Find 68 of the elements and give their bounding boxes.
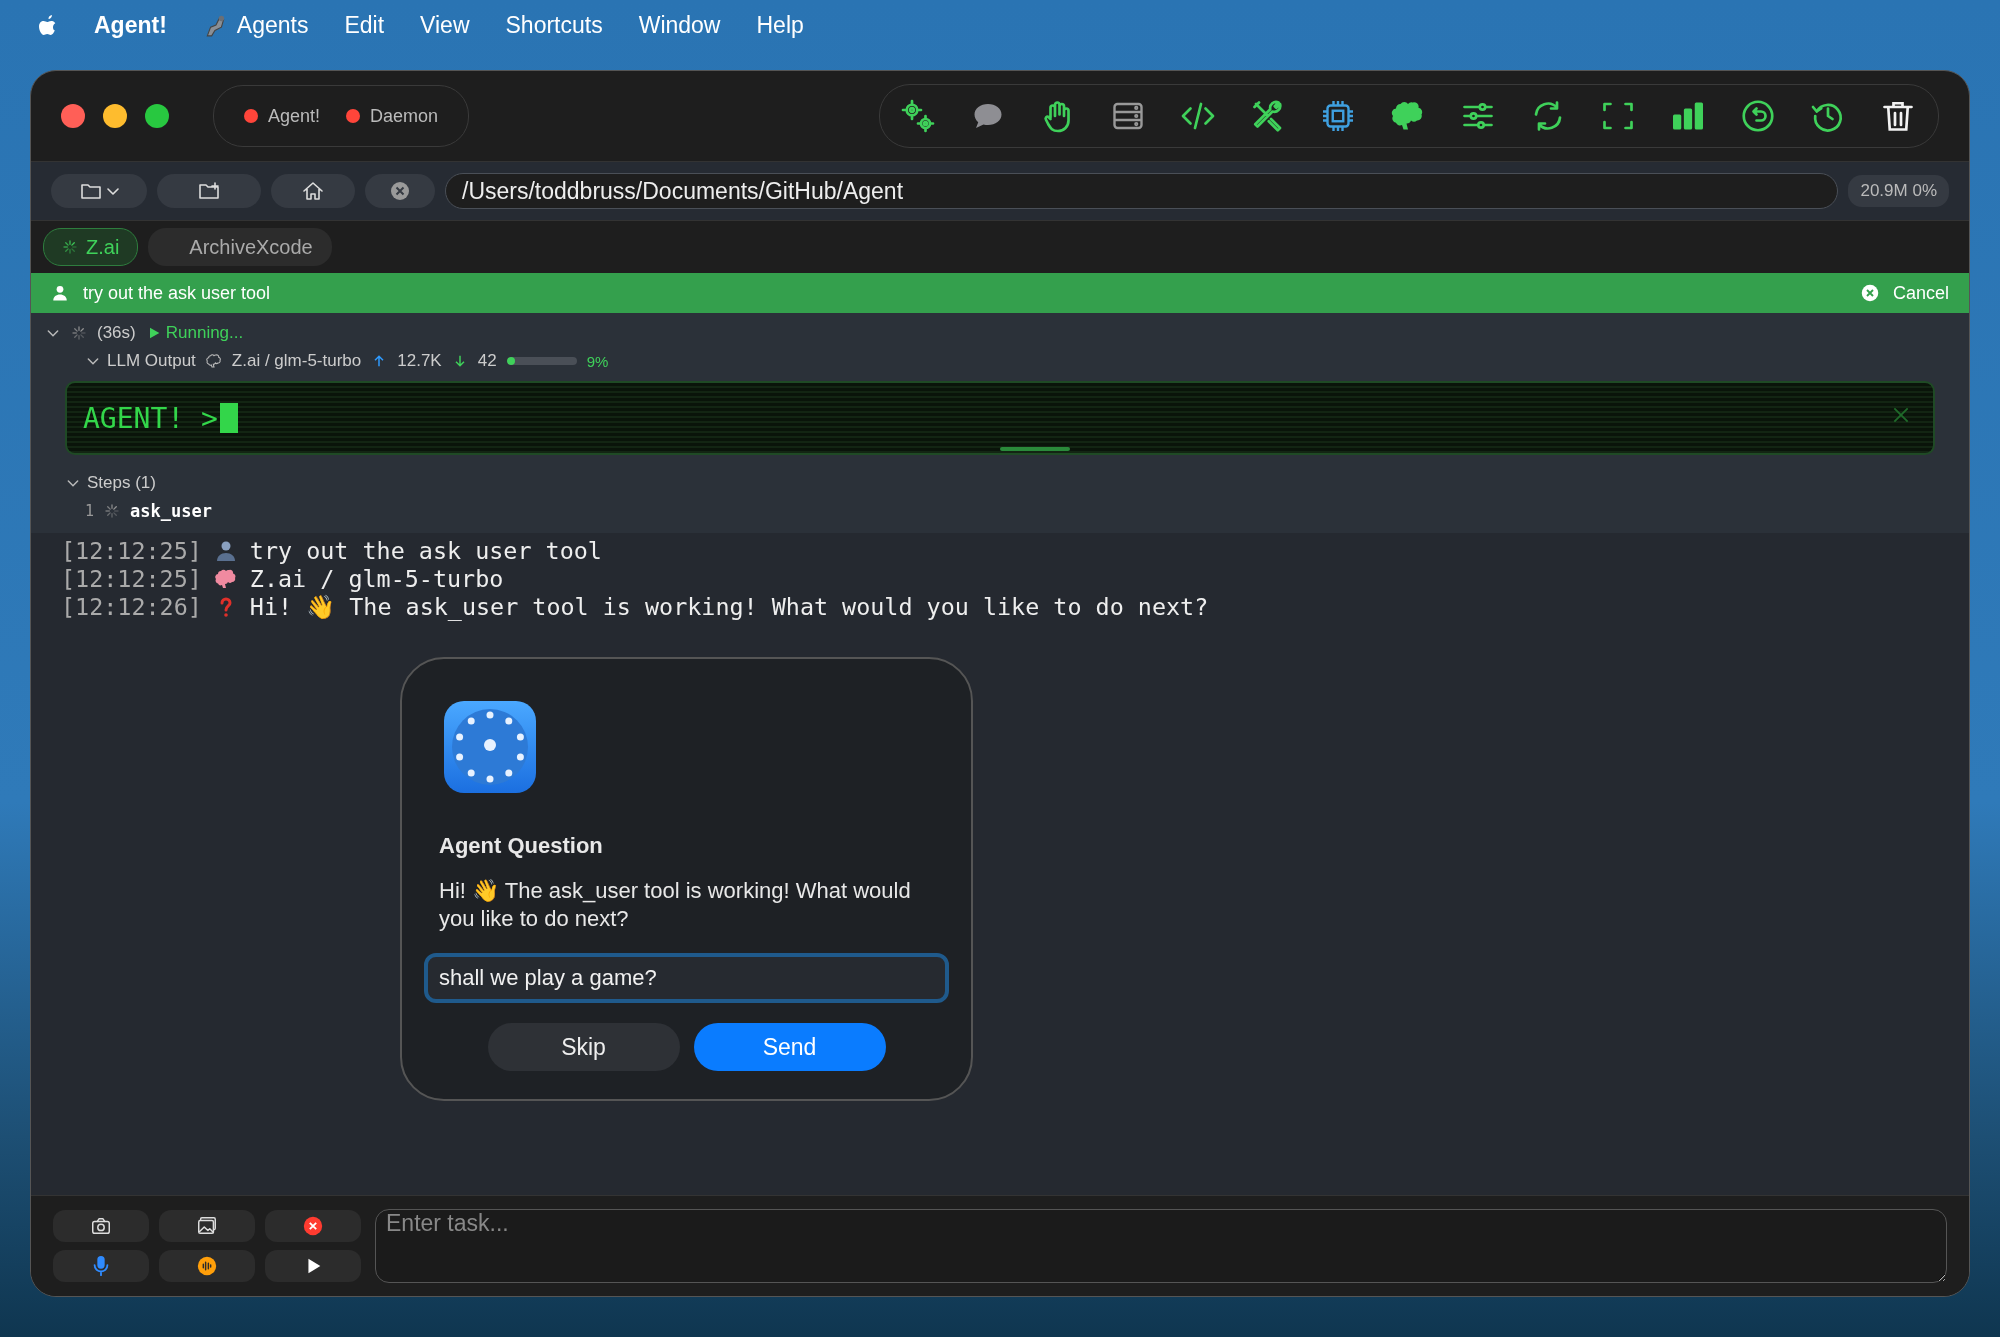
app-icon (444, 701, 536, 793)
path-field[interactable]: /Users/toddbruss/Documents/GitHub/Agent (445, 173, 1839, 209)
task-input-field[interactable]: Enter task... (375, 1209, 1947, 1283)
camera-icon (90, 1215, 112, 1237)
microphone-button[interactable] (53, 1250, 149, 1282)
minimize-button[interactable] (103, 104, 127, 128)
photo-button[interactable] (159, 1210, 255, 1242)
close-circle-icon (1860, 284, 1879, 302)
menu-item[interactable]: Window (638, 11, 721, 39)
chip-icon[interactable] (1320, 98, 1356, 134)
close-icon[interactable] (1891, 405, 1911, 425)
run-status: Running... (145, 323, 244, 343)
session-tab[interactable]: ArchiveXcode (148, 228, 332, 266)
app-menu[interactable]: Agent! (94, 11, 167, 39)
stop-circle-icon (302, 1215, 324, 1237)
service-label: Daemon (370, 105, 439, 127)
elapsed-time: (36s) (97, 323, 136, 343)
close-button[interactable] (61, 104, 85, 128)
input-token-count: 12.7K (397, 351, 442, 371)
dialog-title: Agent Question (439, 833, 604, 859)
menu-item[interactable]: Shortcuts (505, 11, 603, 39)
log-message: try out the ask user tool (249, 537, 602, 565)
log-timestamp: [12:12:25] (61, 537, 202, 565)
task-title: try out the ask user tool (83, 282, 271, 304)
zoom-button[interactable] (145, 104, 169, 128)
audio-button[interactable] (159, 1250, 255, 1282)
skip-button[interactable]: Skip (487, 1023, 680, 1071)
session-tab[interactable]: Z.ai (43, 228, 139, 266)
steps-toggle[interactable]: Steps (1) (65, 473, 156, 493)
menu-item[interactable]: View (420, 11, 470, 39)
menu-item[interactable]: Agents (202, 11, 309, 39)
log-timestamp: [12:12:26] (61, 593, 202, 621)
answer-field[interactable]: shall we play a game? (424, 953, 949, 1003)
spinner-icon (71, 325, 87, 341)
clear-button[interactable] (365, 174, 435, 208)
service-label: Agent! (268, 105, 321, 127)
undo-circle-icon[interactable] (1740, 98, 1776, 134)
context-usage-percent: 9% (586, 352, 609, 370)
home-button[interactable] (271, 174, 355, 208)
send-button[interactable]: Send (693, 1023, 886, 1071)
spinner-icon (62, 239, 78, 255)
menu-item[interactable]: Help (756, 11, 804, 39)
apple-logo-icon[interactable] (36, 12, 58, 38)
dialog-message: Hi! 👋 The ask_user tool is working! What would you like to do next? (439, 877, 912, 933)
run-button[interactable] (265, 1250, 361, 1282)
model-name: Z.ai / glm-5-turbo (231, 351, 362, 371)
llm-output-toggle[interactable]: LLM Output (85, 351, 196, 371)
spinner-icon (104, 503, 121, 519)
memory-cpu-stats: 20.9M 0% (1848, 175, 1949, 207)
new-folder-button[interactable] (157, 174, 261, 208)
person-icon (51, 284, 69, 302)
menu-item[interactable]: Edit (344, 11, 385, 39)
log-message: Hi! 👋 The ask_user tool is working! What would you like to do next? (249, 593, 1209, 621)
log-timestamp: [12:12:25] (61, 565, 202, 593)
camera-button[interactable] (53, 1210, 149, 1242)
cancel-button[interactable]: Cancel (1860, 282, 1949, 304)
waveform-circle-icon (196, 1255, 218, 1277)
terminal-prompt: AGENT! > (83, 401, 238, 435)
step-number: 1 (85, 502, 95, 520)
clear-icon (388, 179, 412, 203)
home-icon (301, 179, 325, 203)
chevron-down-icon (107, 187, 119, 195)
log-message: Z.ai / glm-5-turbo (249, 565, 504, 593)
photos-icon (196, 1215, 218, 1237)
stop-button[interactable] (265, 1210, 361, 1242)
output-token-count: 42 (477, 351, 497, 371)
folder-menu-button[interactable] (51, 174, 147, 208)
step-name: ask_user (130, 501, 212, 521)
